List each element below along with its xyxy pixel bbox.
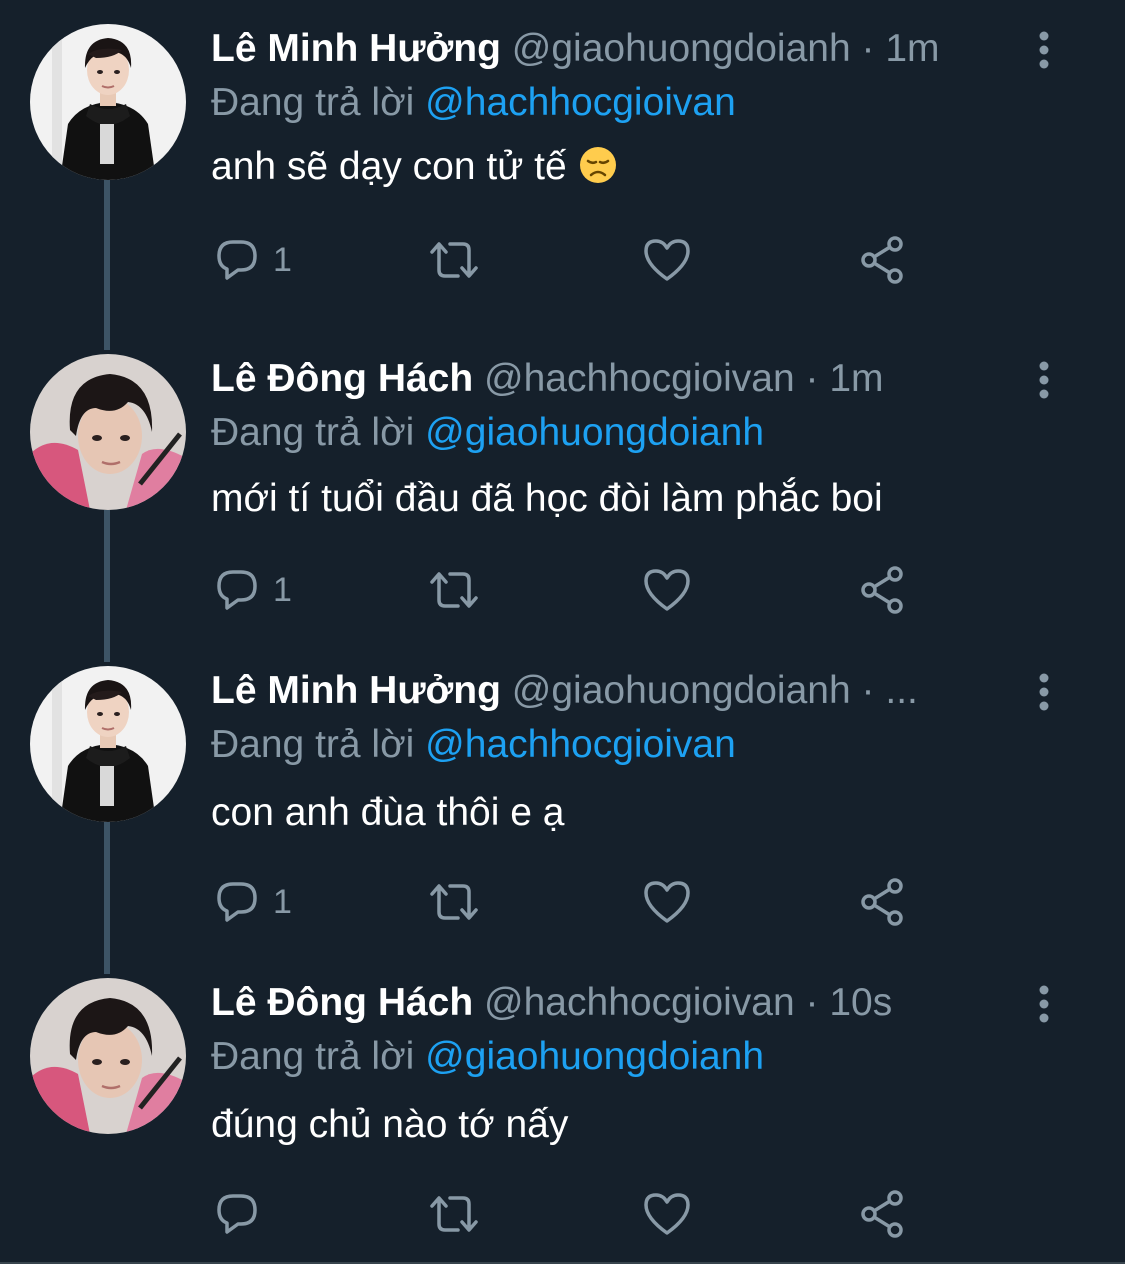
reply-button[interactable]: 1 <box>213 872 292 932</box>
tweet-1[interactable]: Lê Minh Hưởng @giaohuongdoianh · 1m Đang… <box>0 0 1125 350</box>
separator-dot: · <box>805 357 819 400</box>
avatar[interactable] <box>30 354 186 510</box>
avatar-pink-hoodie-image <box>30 354 186 510</box>
reply-button[interactable] <box>213 1184 273 1244</box>
tweet-3[interactable]: Lê Minh Hưởng @giaohuongdoianh · ... Đan… <box>0 642 1125 974</box>
replying-to-label: Đang trả lời <box>211 723 415 766</box>
reply-icon <box>213 236 261 284</box>
tweet-text: anh sẽ dạy con tử tế <box>211 140 618 194</box>
tweet-text-body: mới tí tuổi đầu đã học đòi làm phắc boi <box>211 477 883 520</box>
replying-to: Đang trả lời @giaohuongdoianh <box>211 1030 764 1084</box>
avatar[interactable] <box>30 666 186 822</box>
reply-count: 1 <box>273 240 292 279</box>
timestamp[interactable]: 1m <box>829 357 883 400</box>
mention-link[interactable]: @hachhocgioivan <box>425 81 736 124</box>
replying-to-label: Đang trả lời <box>211 81 415 124</box>
like-button[interactable] <box>642 560 692 620</box>
replying-to: Đang trả lời @hachhocgioivan <box>211 76 736 130</box>
replying-to-label: Đang trả lời <box>211 1035 415 1078</box>
like-button[interactable] <box>642 872 692 932</box>
reply-icon <box>213 878 261 926</box>
retweet-button[interactable] <box>426 560 482 620</box>
tweet-2[interactable]: Lê Đông Hách @hachhocgioivan · 1m Đang t… <box>0 330 1125 662</box>
separator-dot: · <box>861 27 875 70</box>
share-icon <box>858 565 908 615</box>
more-options-icon[interactable] <box>1034 984 1054 1024</box>
tweet-text: con anh đùa thôi e ạ <box>211 786 564 840</box>
more-options-icon[interactable] <box>1034 30 1054 70</box>
user-handle[interactable]: @hachhocgioivan <box>484 357 795 400</box>
reply-thread: Lê Minh Hưởng @giaohuongdoianh · 1m Đang… <box>0 0 1125 1264</box>
more-options-icon[interactable] <box>1034 672 1054 712</box>
share-button[interactable] <box>858 230 908 290</box>
separator-dot: · <box>861 669 875 712</box>
share-icon <box>858 235 908 285</box>
reply-icon <box>213 1190 261 1238</box>
user-handle[interactable]: @giaohuongdoianh <box>512 669 851 712</box>
replying-to: Đang trả lời @hachhocgioivan <box>211 718 736 772</box>
reply-button[interactable]: 1 <box>213 230 292 290</box>
more-options-icon[interactable] <box>1034 360 1054 400</box>
share-button[interactable] <box>858 1184 908 1244</box>
display-name[interactable]: Lê Minh Hưởng <box>211 669 501 712</box>
tweet-actions: 1 <box>0 560 1125 620</box>
tweet-text-body: đúng chủ nào tớ nấy <box>211 1103 569 1146</box>
reply-count: 1 <box>273 570 292 609</box>
heart-icon <box>642 878 692 926</box>
like-button[interactable] <box>642 230 692 290</box>
user-handle[interactable]: @giaohuongdoianh <box>512 27 851 70</box>
tweet-text: đúng chủ nào tớ nấy <box>211 1098 568 1152</box>
tweet-4[interactable]: Lê Đông Hách @hachhocgioivan · 10s Đang … <box>0 954 1125 1264</box>
tweet-header: Lê Đông Hách @hachhocgioivan · 10s <box>211 976 892 1030</box>
avatar[interactable] <box>30 978 186 1134</box>
retweet-button[interactable] <box>426 872 482 932</box>
avatar-black-hoodie-image <box>30 24 186 180</box>
share-icon <box>858 877 908 927</box>
reply-icon <box>213 566 261 614</box>
retweet-button[interactable] <box>426 1184 482 1244</box>
tweet-header: Lê Minh Hưởng @giaohuongdoianh · ... <box>211 664 918 718</box>
replying-to: Đang trả lời @giaohuongdoianh <box>211 406 764 460</box>
mention-link[interactable]: @giaohuongdoianh <box>425 411 764 454</box>
tweet-actions <box>0 1184 1125 1244</box>
tweet-text-body: anh sẽ dạy con tử tế <box>211 145 567 188</box>
tweet-text-body: con anh đùa thôi e ạ <box>211 791 565 834</box>
replying-to-label: Đang trả lời <box>211 411 415 454</box>
reply-count: 1 <box>273 882 292 921</box>
avatar[interactable] <box>30 24 186 180</box>
retweet-icon <box>426 236 482 284</box>
retweet-button[interactable] <box>426 230 482 290</box>
mention-link[interactable]: @giaohuongdoianh <box>425 1035 764 1078</box>
heart-icon <box>642 566 692 614</box>
disappointed-face-emoji-icon <box>578 145 618 185</box>
display-name[interactable]: Lê Minh Hưởng <box>211 27 501 70</box>
reply-button[interactable]: 1 <box>213 560 292 620</box>
avatar-black-hoodie-image <box>30 666 186 822</box>
timestamp[interactable]: 1m <box>885 27 939 70</box>
retweet-icon <box>426 1190 482 1238</box>
heart-icon <box>642 1190 692 1238</box>
timestamp[interactable]: 10s <box>829 981 892 1024</box>
user-handle[interactable]: @hachhocgioivan <box>484 981 795 1024</box>
share-icon <box>858 1189 908 1239</box>
tweet-header: Lê Đông Hách @hachhocgioivan · 1m <box>211 352 884 406</box>
avatar-pink-hoodie-image <box>30 978 186 1134</box>
like-button[interactable] <box>642 1184 692 1244</box>
tweet-text: mới tí tuổi đầu đã học đòi làm phắc boi <box>211 472 883 526</box>
display-name[interactable]: Lê Đông Hách <box>211 981 473 1024</box>
tweet-header: Lê Minh Hưởng @giaohuongdoianh · 1m <box>211 22 940 76</box>
timestamp[interactable]: ... <box>885 669 918 712</box>
display-name[interactable]: Lê Đông Hách <box>211 357 473 400</box>
retweet-icon <box>426 878 482 926</box>
share-button[interactable] <box>858 560 908 620</box>
mention-link[interactable]: @hachhocgioivan <box>425 723 736 766</box>
heart-icon <box>642 236 692 284</box>
tweet-actions: 1 <box>0 872 1125 932</box>
separator-dot: · <box>805 981 819 1024</box>
share-button[interactable] <box>858 872 908 932</box>
tweet-actions: 1 <box>0 230 1125 290</box>
retweet-icon <box>426 566 482 614</box>
